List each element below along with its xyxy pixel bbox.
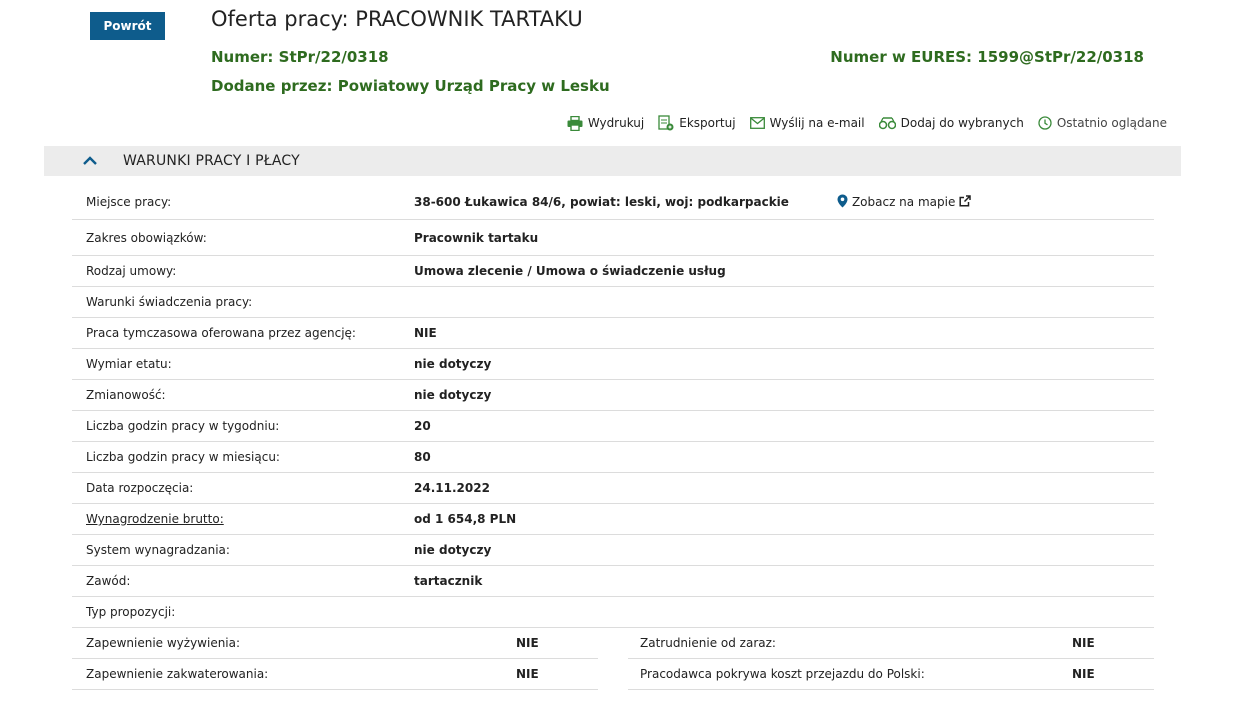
table-row: Zawód: tartacznik <box>72 566 1154 597</box>
export-action[interactable]: Eksportuj <box>658 115 736 131</box>
table-row: Zapewnienie zakwaterowania: NIE Pracodaw… <box>72 659 1154 690</box>
proposal-details: Zapewnienie wyżywienia: NIE Zatrudnienie… <box>72 628 1154 690</box>
back-button[interactable]: Powrót <box>90 12 165 40</box>
row-value: nie dotyczy <box>414 388 492 402</box>
table-row: Liczba godzin pracy w tygodniu: 20 <box>72 411 1154 442</box>
row-label: Zatrudnienie od zaraz: <box>640 636 776 650</box>
row-value: 20 <box>414 419 431 433</box>
favorites-action[interactable]: Dodaj do wybranych <box>878 115 1024 131</box>
page-title: Oferta pracy: PRACOWNIK TARTAKU <box>211 7 583 31</box>
row-label: Pracodawca pokrywa koszt przejazdu do Po… <box>640 667 925 681</box>
actions-toolbar: Wydrukuj Eksportuj Wyślij na e-mail Doda… <box>567 115 1167 131</box>
row-label: Zakres obowiązków: <box>86 230 207 245</box>
table-row: Rodzaj umowy: Umowa zlecenie / Umowa o ś… <box>72 256 1154 287</box>
table-row: Warunki świadczenia pracy: <box>72 287 1154 318</box>
proposal-cell: Pracodawca pokrywa koszt przejazdu do Po… <box>628 659 1154 690</box>
email-action[interactable]: Wyślij na e-mail <box>749 115 865 131</box>
section-title: WARUNKI PRACY I PŁACY <box>123 153 300 169</box>
table-row: Wymiar etatu: nie dotyczy <box>72 349 1154 380</box>
printer-icon <box>567 115 583 131</box>
proposal-cell: Zatrudnienie od zaraz: NIE <box>628 628 1154 659</box>
row-label: Wymiar etatu: <box>86 357 172 371</box>
offer-number-value: StPr/22/0318 <box>278 48 389 66</box>
favorites-label: Dodaj do wybranych <box>900 116 1024 130</box>
eures-number-label: Numer w EURES: <box>830 48 973 66</box>
table-row: Zmianowość: nie dotyczy <box>72 380 1154 411</box>
added-by: Dodane przez: Powiatowy Urząd Pracy w Le… <box>211 77 610 95</box>
chevron-up-icon[interactable] <box>82 151 102 171</box>
table-row: Praca tymczasowa oferowana przez agencję… <box>72 318 1154 349</box>
row-value-group: 38-600 Łukawica 84/6, powiat: leski, woj… <box>414 194 972 211</box>
row-value: Umowa zlecenie / Umowa o świadczenie usł… <box>414 264 726 278</box>
row-label: Typ propozycji: <box>86 605 176 619</box>
external-link-icon <box>959 194 972 210</box>
row-value: 38-600 Łukawica 84/6, powiat: leski, woj… <box>414 195 789 209</box>
added-by-label: Dodane przez: <box>211 77 333 95</box>
table-row: Liczba godzin pracy w miesiącu: 80 <box>72 442 1154 473</box>
details-table: Miejsce pracy: 38-600 Łukawica 84/6, pow… <box>72 185 1154 628</box>
row-label: Rodzaj umowy: <box>86 264 177 278</box>
row-value: NIE <box>1072 667 1095 681</box>
row-label: Zawód: <box>86 574 131 588</box>
row-value: nie dotyczy <box>414 543 492 557</box>
row-label: Miejsce pracy: <box>86 195 172 209</box>
table-row: Miejsce pracy: 38-600 Łukawica 84/6, pow… <box>72 185 1154 220</box>
proposal-cell: Zapewnienie zakwaterowania: NIE <box>72 659 598 690</box>
table-row: Zakres obowiązków: Pracownik tartaku <box>72 220 1154 256</box>
table-row: Typ propozycji: <box>72 597 1154 628</box>
export-label: Eksportuj <box>679 116 736 130</box>
row-label: Liczba godzin pracy w tygodniu: <box>86 419 280 433</box>
added-by-value: Powiatowy Urząd Pracy w Lesku <box>337 77 610 95</box>
clock-icon <box>1038 116 1052 130</box>
row-label: Warunki świadczenia pracy: <box>86 295 253 309</box>
row-value: od 1 654,8 PLN <box>414 512 517 526</box>
email-label: Wyślij na e-mail <box>769 116 865 130</box>
row-value: NIE <box>516 667 539 681</box>
recent-action[interactable]: Ostatnio oglądane <box>1038 115 1167 131</box>
map-pin-icon <box>837 194 848 211</box>
favorites-icon <box>878 116 896 130</box>
row-value: Pracownik tartaku <box>414 230 539 245</box>
table-row: Data rozpoczęcia: 24.11.2022 <box>72 473 1154 504</box>
row-label: Liczba godzin pracy w miesiącu: <box>86 450 280 464</box>
print-action[interactable]: Wydrukuj <box>567 115 644 131</box>
row-value: NIE <box>1072 636 1095 650</box>
offer-number: Numer: StPr/22/0318 <box>211 48 389 66</box>
row-label: Zmianowość: <box>86 388 166 402</box>
row-value: 80 <box>414 450 431 464</box>
row-value: nie dotyczy <box>414 357 492 371</box>
row-label: System wynagradzania: <box>86 543 230 557</box>
table-row: Zapewnienie wyżywienia: NIE Zatrudnienie… <box>72 628 1154 659</box>
eures-number-value: 1599@StPr/22/0318 <box>977 48 1144 66</box>
export-icon <box>658 115 674 131</box>
map-link[interactable]: Zobacz na mapie <box>837 194 972 211</box>
row-label-wrap: Wynagrodzenie brutto: <box>72 512 414 526</box>
row-label: Praca tymczasowa oferowana przez agencję… <box>86 326 356 340</box>
row-value: tartacznik <box>414 574 483 588</box>
eures-number: Numer w EURES: 1599@StPr/22/0318 <box>830 48 1144 66</box>
map-link-label: Zobacz na mapie <box>851 195 956 209</box>
section-header[interactable]: WARUNKI PRACY I PŁACY <box>44 146 1181 176</box>
print-label: Wydrukuj <box>587 116 645 130</box>
row-label: Data rozpoczęcia: <box>86 481 194 495</box>
row-value: NIE <box>414 326 437 340</box>
row-label[interactable]: Wynagrodzenie brutto: <box>86 512 224 526</box>
offer-number-label: Numer: <box>211 48 274 66</box>
row-value: 24.11.2022 <box>414 481 490 495</box>
row-label: Zapewnienie wyżywienia: <box>86 636 241 650</box>
envelope-icon <box>749 117 765 129</box>
table-row: System wynagradzania: nie dotyczy <box>72 535 1154 566</box>
proposal-cell: Zapewnienie wyżywienia: NIE <box>72 628 598 659</box>
recent-label: Ostatnio oglądane <box>1056 116 1167 130</box>
table-row: Wynagrodzenie brutto: od 1 654,8 PLN <box>72 504 1154 535</box>
row-value: NIE <box>516 636 539 650</box>
row-label: Zapewnienie zakwaterowania: <box>86 667 269 681</box>
